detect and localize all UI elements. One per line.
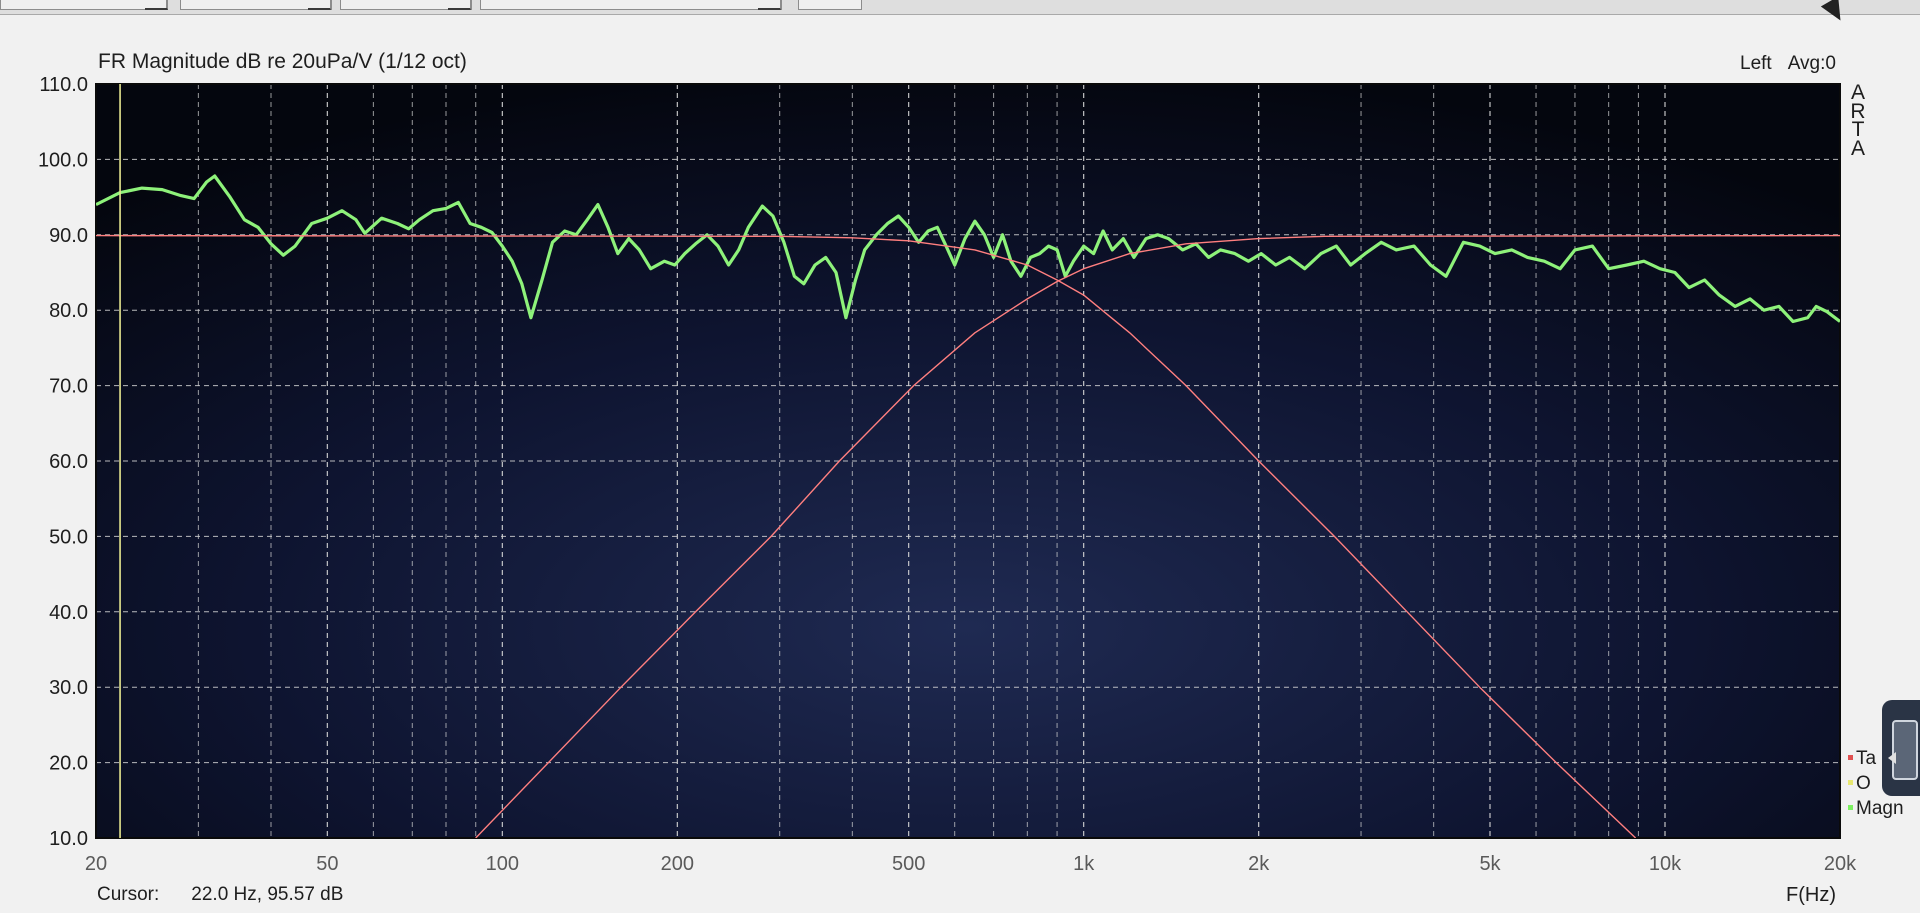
y-tick-label: 60.0 bbox=[49, 451, 88, 473]
y-tick-label: 90.0 bbox=[49, 225, 88, 247]
legend-item-magnitude[interactable]: Magn bbox=[1848, 796, 1904, 821]
chevron-left-icon[interactable] bbox=[1888, 752, 1896, 764]
cursor-readout: Cursor: 22.0 Hz, 95.57 dB bbox=[97, 884, 343, 906]
x-tick-label: 2k bbox=[1248, 853, 1270, 875]
y-tick-label: 70.0 bbox=[49, 376, 88, 398]
legend-swatch bbox=[1848, 805, 1853, 810]
side-panel-icon[interactable] bbox=[1882, 700, 1920, 796]
legend-label: O bbox=[1856, 773, 1871, 794]
cursor-value: 22.0 Hz, 95.57 dB bbox=[191, 884, 344, 905]
legend-label: Magn bbox=[1856, 798, 1904, 819]
x-tick-label: 1k bbox=[1073, 853, 1095, 875]
y-tick-label: 110.0 bbox=[39, 74, 88, 96]
cursor-label: Cursor: bbox=[97, 884, 160, 905]
x-tick-label: 100 bbox=[486, 853, 519, 875]
x-tick-label: 20k bbox=[1824, 853, 1857, 875]
frequency-response-chart[interactable]: 110.0 100.0 90.0 80.0 70.0 60.0 50.0 40.0 30.0 20… bbox=[0, 0, 1920, 913]
legend-swatch bbox=[1848, 755, 1853, 760]
x-tick-label: 50 bbox=[316, 853, 338, 875]
x-tick-label: 20 bbox=[85, 853, 107, 875]
legend-label: Ta bbox=[1856, 748, 1877, 769]
legend-swatch bbox=[1848, 780, 1853, 785]
y-tick-label: 80.0 bbox=[49, 300, 88, 322]
y-tick-label: 20.0 bbox=[49, 753, 88, 775]
x-tick-label: 500 bbox=[892, 853, 925, 875]
x-tick-label: 10k bbox=[1649, 853, 1682, 875]
y-tick-label: 40.0 bbox=[49, 602, 88, 624]
x-tick-label: 200 bbox=[661, 853, 694, 875]
x-axis-label: F(Hz) bbox=[1786, 884, 1836, 906]
side-panel-inner bbox=[1892, 720, 1918, 780]
y-tick-label: 100.0 bbox=[38, 149, 88, 171]
y-tick-label: 50.0 bbox=[49, 526, 88, 548]
y-tick-label: 10.0 bbox=[49, 828, 88, 850]
y-tick-label: 30.0 bbox=[49, 677, 88, 699]
x-tick-label: 5k bbox=[1479, 853, 1501, 875]
